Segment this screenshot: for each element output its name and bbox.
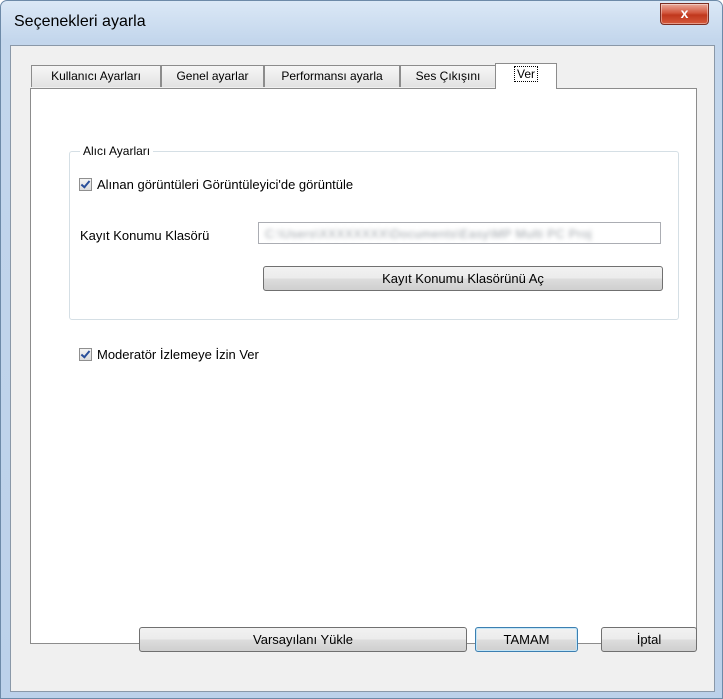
save-location-value: C:\Users\XXXXXXXX\Documents\Easy\MP Mult… xyxy=(265,227,593,241)
tab-label: Ver xyxy=(513,66,538,82)
close-button[interactable]: x xyxy=(660,3,709,25)
tab-label: Ses Çıkışını xyxy=(415,69,481,83)
allow-moderator-label: Moderatör İzlemeye İzin Ver xyxy=(97,347,259,362)
options-dialog: Seçenekleri ayarla x Kullanıcı Ayarları … xyxy=(0,0,723,699)
load-defaults-button[interactable]: Varsayılanı Yükle xyxy=(139,627,467,652)
save-location-field[interactable]: C:\Users\XXXXXXXX\Documents\Easy\MP Mult… xyxy=(258,222,661,244)
tab-user-settings[interactable]: Kullanıcı Ayarları xyxy=(31,65,161,87)
dialog-client: Kullanıcı Ayarları Genel ayarlar Perform… xyxy=(10,45,715,692)
open-save-folder-button[interactable]: Kayıt Konumu Klasörünü Aç xyxy=(263,266,663,291)
allow-moderator-checkbox[interactable]: Moderatör İzlemeye İzin Ver xyxy=(79,347,259,362)
tab-label: Performansı ayarla xyxy=(281,69,383,83)
receiver-settings-legend: Alıcı Ayarları xyxy=(80,144,154,158)
show-images-checkbox[interactable]: Alınan görüntüleri Görüntüleyici'de görü… xyxy=(79,177,353,192)
dialog-title: Seçenekleri ayarla xyxy=(14,13,146,30)
tab-performance[interactable]: Performansı ayarla xyxy=(264,65,400,87)
tab-general-settings[interactable]: Genel ayarlar xyxy=(161,65,264,87)
close-icon: x xyxy=(680,5,689,21)
tab-audio-output[interactable]: Ses Çıkışını xyxy=(400,65,496,87)
tab-label: Kullanıcı Ayarları xyxy=(51,69,141,83)
tab-send[interactable]: Ver xyxy=(495,63,557,89)
checkbox-checked-icon xyxy=(79,178,92,191)
ok-button[interactable]: TAMAM xyxy=(475,627,578,652)
checkbox-checked-icon xyxy=(79,348,92,361)
cancel-button[interactable]: İptal xyxy=(601,627,697,652)
show-images-label: Alınan görüntüleri Görüntüleyici'de görü… xyxy=(97,177,354,192)
tab-label: Genel ayarlar xyxy=(176,69,249,83)
save-location-label: Kayıt Konumu Klasörü xyxy=(80,228,210,243)
tab-panel-send: Alıcı Ayarları Alınan görüntüleri Görünt… xyxy=(30,88,697,644)
